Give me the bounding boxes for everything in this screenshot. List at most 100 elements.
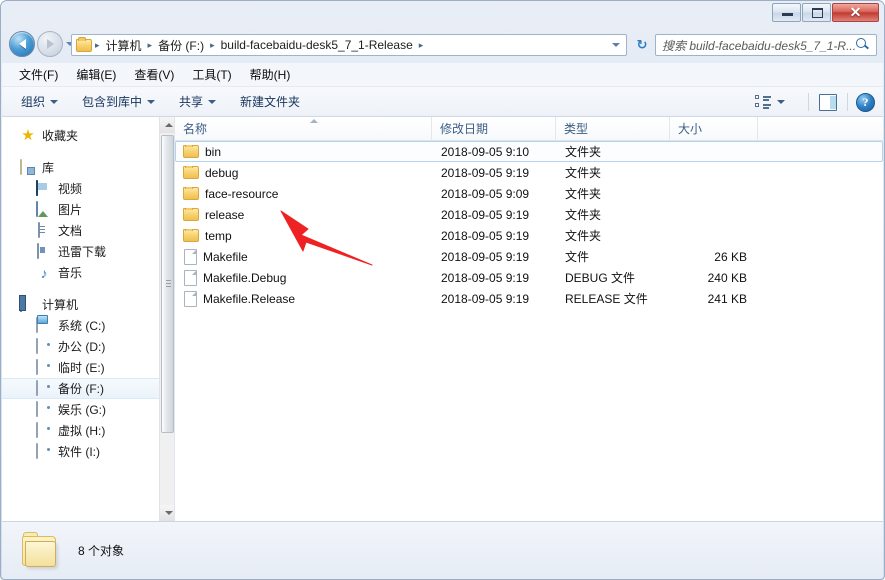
column-header-date-modified[interactable]: 修改日期 <box>432 116 556 141</box>
table-row[interactable]: debug 2018-09-05 9:19 文件夹 <box>175 162 883 183</box>
file-name-cell: temp <box>176 228 433 243</box>
sidebar-item-label: 收藏夹 <box>42 129 79 143</box>
breadcrumb-item-drive[interactable]: 备份 (F:) <box>154 35 208 56</box>
maximize-button[interactable] <box>802 3 831 22</box>
sidebar-item-label: 音乐 <box>58 266 83 280</box>
sidebar-item-label: 视频 <box>58 182 83 196</box>
file-date-cell: 2018-09-05 9:19 <box>441 291 530 306</box>
drive-icon <box>36 442 52 460</box>
table-row[interactable]: face-resource 2018-09-05 9:09 文件夹 <box>175 183 883 204</box>
sidebar-item-drive-d[interactable]: 办公 (D:) <box>2 336 174 357</box>
include-in-library-button[interactable]: 包含到库中 <box>73 89 164 114</box>
sidebar-item-videos[interactable]: 视频 <box>2 178 174 199</box>
menu-item-help[interactable]: 帮助(H) <box>241 63 300 86</box>
sidebar-item-drive-f[interactable]: 备份 (F:) <box>2 378 174 399</box>
file-name-cell: debug <box>176 165 433 180</box>
scroll-down-button[interactable] <box>160 505 174 521</box>
file-type-cell: DEBUG 文件 <box>565 271 636 285</box>
sort-ascending-icon <box>310 118 318 123</box>
file-name-cell: Makefile.Release <box>176 290 433 307</box>
breadcrumb-dropdown-icon[interactable] <box>612 43 620 47</box>
menu-item-edit[interactable]: 编辑(E) <box>67 63 125 86</box>
file-name-cell: face-resource <box>176 186 433 201</box>
file-type-cell: RELEASE 文件 <box>565 292 648 306</box>
new-folder-button[interactable]: 新建文件夹 <box>231 89 309 114</box>
table-row[interactable]: Makefile.Debug 2018-09-05 9:19 DEBUG 文件 240… <box>175 267 883 288</box>
sidebar-item-libraries[interactable]: 库 <box>2 157 174 178</box>
file-name-cell: Makefile <box>176 248 433 265</box>
picture-icon <box>36 200 52 218</box>
file-name-label: face-resource <box>205 186 279 201</box>
refresh-button[interactable]: ↻ <box>633 37 651 54</box>
search-input[interactable]: 搜索 build-facebaidu-desk5_7_1-R... <box>656 37 855 54</box>
sidebar-item-label: 临时 (E:) <box>58 361 105 375</box>
sidebar-item-documents[interactable]: 文档 <box>2 220 174 241</box>
breadcrumb-item-folder[interactable]: build-facebaidu-desk5_7_1-Release <box>217 36 417 54</box>
folder-icon <box>183 186 199 200</box>
column-header-type[interactable]: 类型 <box>556 116 670 141</box>
organize-label: 组织 <box>21 95 46 109</box>
share-label: 共享 <box>179 95 204 109</box>
sidebar-item-label: 备份 (F:) <box>58 382 104 396</box>
include-in-library-label: 包含到库中 <box>82 95 143 109</box>
scroll-up-button[interactable] <box>160 117 174 133</box>
menu-item-view[interactable]: 查看(V) <box>125 63 183 86</box>
sidebar-item-drive-c[interactable]: 系统 (C:) <box>2 315 174 336</box>
file-date-cell: 2018-09-05 9:19 <box>441 270 530 285</box>
chevron-down-icon <box>147 99 156 104</box>
chevron-down-icon <box>50 99 59 104</box>
organize-button[interactable]: 组织 <box>12 89 67 114</box>
folder-icon <box>183 207 199 221</box>
library-icon <box>20 158 36 176</box>
breadcrumb-bar[interactable]: ▸ 计算机 ▸ 备份 (F:) ▸ build-facebaidu-desk5_… <box>71 34 627 56</box>
change-view-button[interactable] <box>746 91 794 113</box>
chevron-down-icon <box>777 100 785 104</box>
column-header-size[interactable]: 大小 <box>670 116 758 141</box>
explorer-window: ✕ ▸ 计算机 ▸ 备份 (F:) ▸ build-facebaidu-desk… <box>0 0 885 580</box>
back-button[interactable] <box>9 31 35 57</box>
sidebar-item-drive-i[interactable]: 软件 (I:) <box>2 441 174 462</box>
share-button[interactable]: 共享 <box>170 89 225 114</box>
sidebar-scrollbar[interactable] <box>159 117 174 521</box>
column-header-name[interactable]: 名称 <box>175 116 432 141</box>
sidebar-item-label: 迅雷下载 <box>58 245 107 259</box>
file-name-cell: bin <box>176 144 433 159</box>
sidebar-item-drive-h[interactable]: 虚拟 (H:) <box>2 420 174 441</box>
preview-pane-button[interactable] <box>817 93 839 111</box>
close-icon: ✕ <box>849 4 862 20</box>
sidebar-item-computer[interactable]: 计算机 <box>2 294 174 315</box>
file-rows: bin 2018-09-05 9:10 文件夹 debug 2018-09-05 9:1… <box>175 141 883 309</box>
sidebar-item-favorites[interactable]: ★ 收藏夹 <box>2 125 174 146</box>
sidebar-item-pictures[interactable]: 图片 <box>2 199 174 220</box>
minimize-button[interactable] <box>772 3 801 22</box>
navigation-buttons <box>9 31 74 57</box>
sidebar-item-drive-g[interactable]: 娱乐 (G:) <box>2 399 174 420</box>
menu-item-tools[interactable]: 工具(T) <box>183 63 240 86</box>
table-row[interactable]: release 2018-09-05 9:19 文件夹 <box>175 204 883 225</box>
breadcrumb-separator: ▸ <box>147 39 153 50</box>
menu-item-file[interactable]: 文件(F) <box>10 63 67 86</box>
search-box[interactable]: 搜索 build-facebaidu-desk5_7_1-R... <box>655 34 877 56</box>
help-button[interactable]: ? <box>856 92 875 112</box>
close-button[interactable]: ✕ <box>832 3 879 22</box>
sidebar-item-label: 软件 (I:) <box>58 445 100 459</box>
breadcrumb-item-computer[interactable]: 计算机 <box>102 35 146 56</box>
table-row[interactable]: Makefile.Release 2018-09-05 9:19 RELEASE 文… <box>175 288 883 309</box>
sidebar-item-thunder-download[interactable]: 迅雷下载 <box>2 241 174 262</box>
address-bar-row: ▸ 计算机 ▸ 备份 (F:) ▸ build-facebaidu-desk5_… <box>1 29 884 63</box>
file-size-cell: 26 KB <box>714 249 747 264</box>
sidebar-item-drive-e[interactable]: 临时 (E:) <box>2 357 174 378</box>
drive-icon <box>36 358 52 376</box>
computer-icon <box>20 295 36 313</box>
file-type-cell: 文件夹 <box>565 187 602 201</box>
file-date-cell: 2018-09-05 9:10 <box>441 144 530 159</box>
menu-bar: 文件(F) 编辑(E) 查看(V) 工具(T) 帮助(H) <box>2 63 883 87</box>
forward-button[interactable] <box>37 31 63 57</box>
table-row[interactable]: bin 2018-09-05 9:10 文件夹 <box>175 141 883 162</box>
table-row[interactable]: Makefile 2018-09-05 9:19 文件 26 KB <box>175 246 883 267</box>
table-row[interactable]: temp 2018-09-05 9:19 文件夹 <box>175 225 883 246</box>
music-icon: ♪ <box>40 264 48 281</box>
sidebar-item-music[interactable]: ♪ 音乐 <box>2 262 174 283</box>
scrollbar-thumb[interactable] <box>161 135 174 433</box>
folder-icon <box>183 144 199 158</box>
